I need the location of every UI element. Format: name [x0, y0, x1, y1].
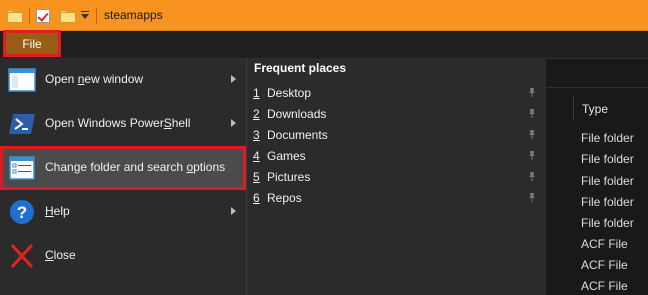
frequent-place-name: Pictures — [267, 170, 311, 184]
menu-item-label: Open new window — [45, 72, 144, 86]
frequent-place-number: 4 — [253, 149, 260, 163]
powershell-icon — [9, 114, 35, 134]
change-folder-options-item[interactable]: Change folder and search options — [0, 146, 246, 190]
file-tab[interactable]: File — [3, 30, 61, 57]
file-menu: Open new window Open Windows PowerShell — [0, 58, 546, 295]
ribbon-bar — [0, 32, 648, 58]
file-tab-label: File — [22, 36, 42, 51]
file-type-cell: ACF File — [581, 279, 628, 293]
toolbar-separator — [29, 8, 30, 24]
frequent-place-name: Desktop — [267, 86, 312, 100]
frequent-place-name: Documents — [267, 128, 328, 142]
frequent-place-item[interactable]: 2 Downloads — [252, 104, 540, 124]
file-type-cell: File folder — [581, 195, 634, 209]
frequent-place-item[interactable]: 5 Pictures — [252, 167, 540, 187]
open-new-window-item[interactable]: Open new window — [0, 58, 246, 102]
file-type-cell: ACF File — [581, 258, 628, 272]
file-type-cell: File folder — [581, 152, 634, 166]
svg-text:?: ? — [17, 203, 27, 222]
frequent-place-item[interactable]: 1 Desktop — [252, 83, 540, 103]
address-bar-strip — [546, 58, 648, 88]
frequent-place-number: 6 — [253, 191, 260, 205]
file-type-cell: ACF File — [581, 237, 628, 251]
frequent-places-title: Frequent places — [254, 61, 347, 75]
frequent-place-number: 1 — [253, 86, 260, 100]
new-folder-icon[interactable] — [60, 9, 76, 23]
close-item[interactable]: Close — [0, 234, 246, 278]
pin-icon[interactable] — [527, 87, 537, 97]
toolbar-separator — [96, 8, 97, 24]
pin-icon[interactable] — [527, 150, 537, 160]
submenu-arrow-icon — [231, 75, 236, 83]
pin-icon[interactable] — [527, 108, 537, 118]
column-separator[interactable] — [573, 96, 574, 120]
file-type-cell: File folder — [581, 174, 634, 188]
menu-item-label: Change folder and search options — [45, 160, 226, 174]
file-type-cell: File folder — [581, 216, 634, 230]
folder-icon — [7, 9, 23, 23]
frequent-place-item[interactable]: 6 Repos — [252, 188, 540, 208]
menu-item-label: Open Windows PowerShell — [45, 116, 191, 130]
window-title: steamapps — [104, 8, 163, 22]
frequent-place-number: 5 — [253, 170, 260, 184]
file-type-cell: File folder — [581, 131, 634, 145]
menu-divider — [246, 58, 247, 295]
submenu-arrow-icon — [231, 119, 236, 127]
frequent-place-name: Downloads — [267, 107, 327, 121]
customize-toolbar-icon[interactable] — [80, 11, 90, 21]
close-icon — [10, 243, 34, 269]
folder-options-icon — [9, 156, 35, 180]
title-bar: steamapps — [0, 0, 648, 31]
new-window-icon — [8, 68, 36, 92]
frequent-place-item[interactable]: 3 Documents — [252, 125, 540, 145]
help-item[interactable]: ? Help — [0, 190, 246, 234]
explorer-window: steamapps File Type File folder File fol… — [0, 0, 648, 295]
menu-item-label: Help — [45, 204, 70, 218]
pin-icon[interactable] — [527, 129, 537, 139]
frequent-place-number: 2 — [253, 107, 260, 121]
pin-icon[interactable] — [527, 192, 537, 202]
frequent-place-name: Repos — [267, 191, 302, 205]
frequent-place-name: Games — [267, 149, 306, 163]
properties-icon[interactable] — [36, 9, 50, 23]
help-icon: ? — [10, 200, 34, 224]
frequent-place-item[interactable]: 4 Games — [252, 146, 540, 166]
file-menu-commands: Open new window Open Windows PowerShell — [0, 58, 246, 295]
column-header-type[interactable]: Type — [582, 102, 608, 116]
quick-access-toolbar — [7, 6, 103, 26]
open-powershell-item[interactable]: Open Windows PowerShell — [0, 102, 246, 146]
submenu-arrow-icon — [231, 207, 236, 215]
frequent-place-number: 3 — [253, 128, 260, 142]
pin-icon[interactable] — [527, 171, 537, 181]
menu-item-label: Close — [45, 248, 76, 262]
